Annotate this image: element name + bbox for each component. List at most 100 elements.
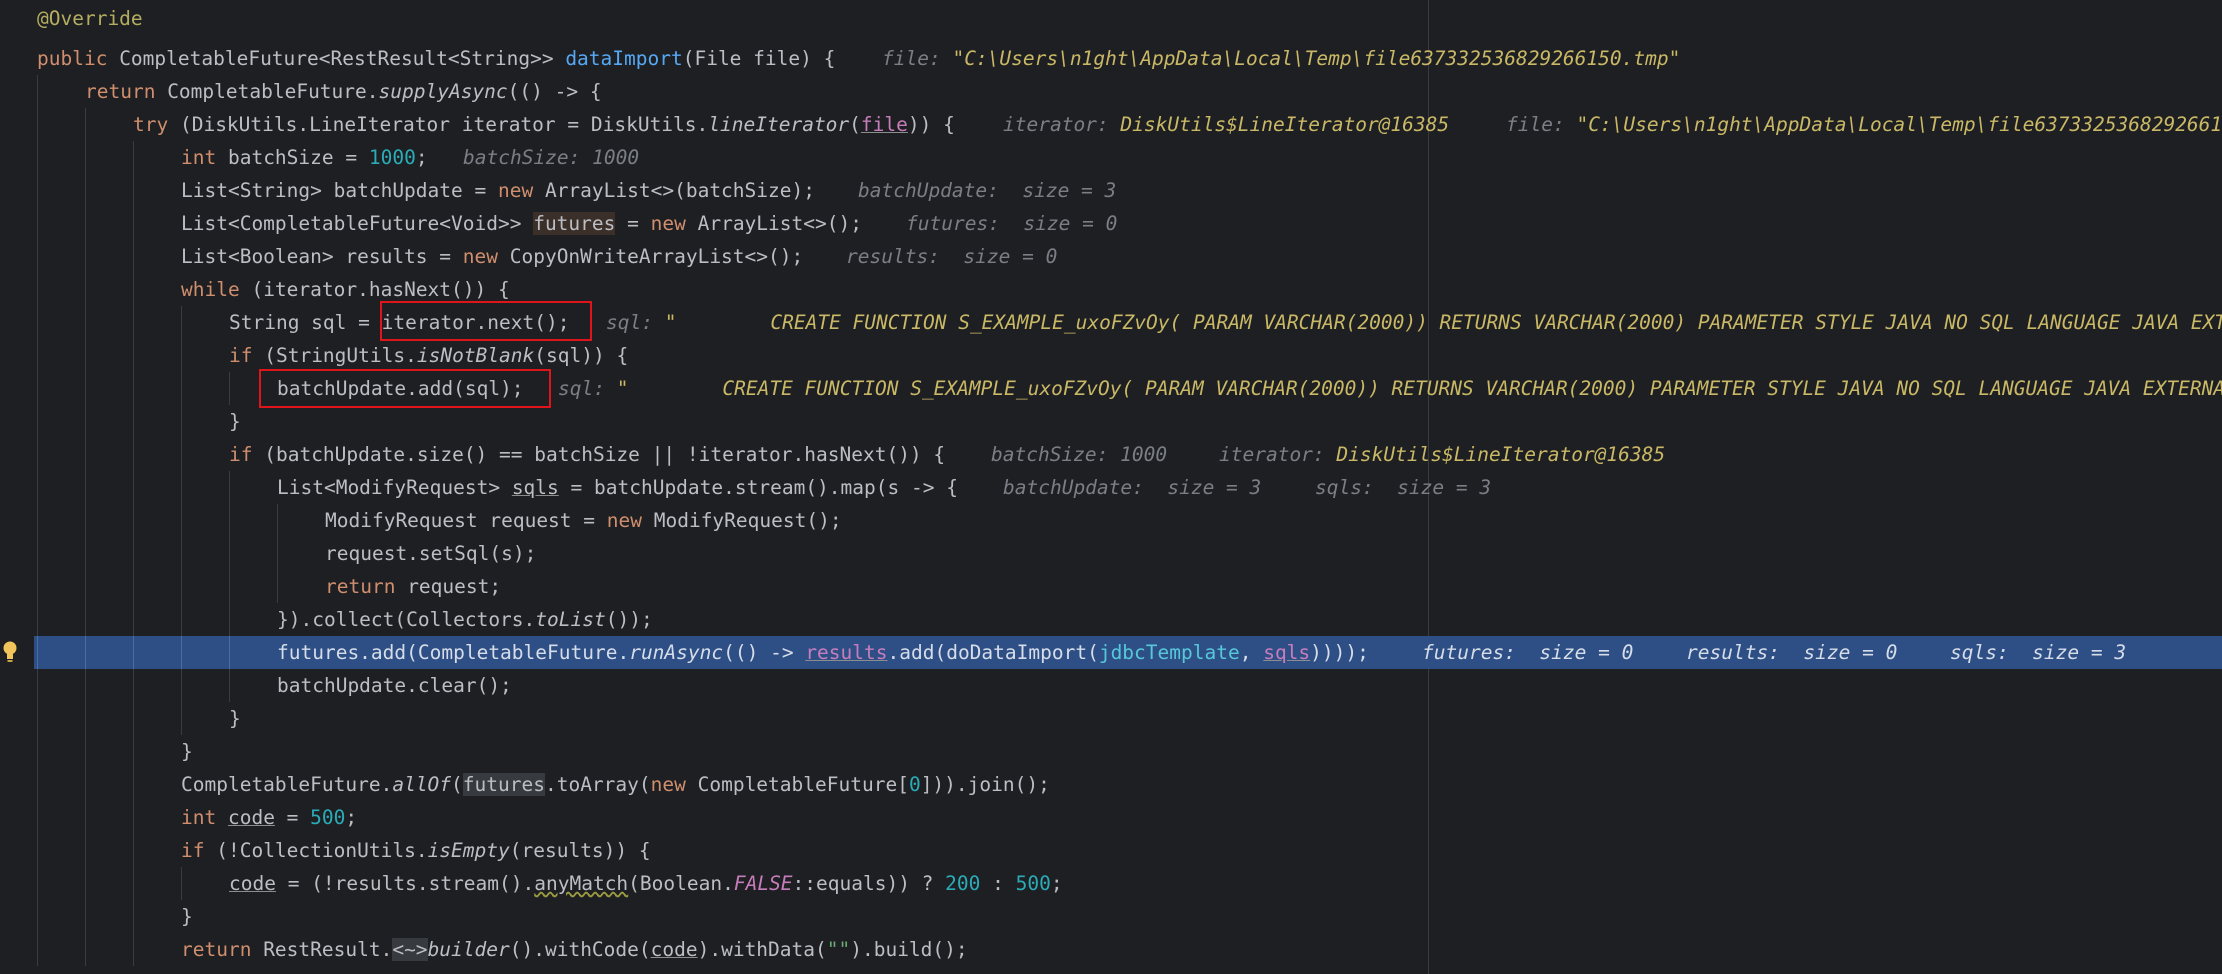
keyword: new (650, 212, 698, 235)
code-line: if (batchUpdate.size() == batchSize || !… (0, 438, 2222, 471)
code-line: int code = 500; (0, 801, 2222, 834)
reassigned-variable: code (229, 872, 276, 895)
code-editor[interactable]: @Override public CompletableFuture<RestR… (0, 0, 2222, 974)
code-text: ; (415, 146, 428, 169)
code-line: String sql = iterator.next(); sql: " CRE… (0, 306, 2222, 339)
keyword: if (181, 839, 217, 862)
code-text: String sql = (229, 311, 382, 334)
reassigned-variable: code (227, 806, 275, 829)
code-text: ).build(); (850, 938, 968, 961)
keyword: public (37, 47, 120, 70)
code-line: if (!CollectionUtils.isEmpty(results)) { (0, 834, 2222, 867)
number-literal: 0 (908, 773, 921, 796)
code-text: ModifyRequest(); (653, 509, 842, 532)
annotation: @Override (37, 7, 143, 30)
code-text: )))); (1310, 641, 1369, 664)
static-field: FALSE (733, 872, 793, 895)
lightbulb-icon[interactable] (2, 640, 18, 670)
method-name: dataImport (565, 47, 683, 70)
highlighted-usage: futures (533, 212, 616, 235)
code-line: batchUpdate.clear(); (0, 669, 2222, 702)
code-text: List<String> batchUpdate = (181, 179, 498, 202)
code-text: futures.add(CompletableFuture. (277, 641, 630, 664)
code-text: (!CollectionUtils. (216, 839, 428, 862)
code-text: = (274, 806, 311, 829)
code-text: ().withCode( (509, 938, 651, 961)
code-text: : (980, 872, 1016, 895)
code-text: = (!results.stream(). (275, 872, 535, 895)
keyword: new (650, 773, 698, 796)
code-text: (batchUpdate.size() == batchSize || !ite… (264, 443, 946, 466)
field-reference: jdbcTemplate (1098, 641, 1240, 664)
code-text: CopyOnWriteArrayList<>(); (509, 245, 804, 268)
keyword: new (462, 245, 510, 268)
keyword: return (181, 938, 264, 961)
keyword: return (325, 575, 408, 598)
highlight-box-iterator-next (380, 301, 592, 341)
code-line: request.setSql(s); (0, 537, 2222, 570)
code-text: ; (1050, 872, 1063, 895)
code-text: ArrayList<>(); (697, 212, 862, 235)
string-literal: "" (826, 938, 851, 961)
code-line: int batchSize = 1000; batchSize: 1000 (0, 141, 2222, 174)
code-line: } (0, 702, 2222, 735)
inline-hint: sqls: size = 3 (1315, 476, 1492, 499)
code-text: (() -> { (507, 80, 602, 103)
static-call: isNotBlank (416, 344, 535, 367)
static-call: lineIterator (708, 113, 850, 136)
highlighted-usage: futures (462, 773, 545, 796)
reassigned-variable: sqls (511, 476, 559, 499)
code-text: (File file) { (682, 47, 836, 70)
highlight-box-batch-add (259, 369, 551, 408)
code-text: } (181, 740, 193, 763)
code-text: (Boolean. (628, 872, 734, 895)
code-text: } (229, 707, 241, 730)
code-line: List<ModifyRequest> sqls = batchUpdate.s… (0, 471, 2222, 504)
keyword: return (85, 80, 168, 103)
code-text: CompletableFuture[ (697, 773, 909, 796)
code-text: ArrayList<>(batchSize); (544, 179, 815, 202)
keyword: int (181, 146, 228, 169)
diamond-fold[interactable]: <~> (392, 938, 428, 961)
code-line: @Override (0, 2, 2222, 35)
code-line: code = (!results.stream().anyMatch(Boole… (0, 867, 2222, 900)
number-literal: 200 (945, 872, 981, 895)
inline-hint: file: "C:\Users\n1ght\AppData\Local\Temp… (1506, 113, 2222, 136)
inline-hint: sql: " CREATE FUNCTION S_EXAMPLE_uxoFZvO… (606, 311, 2222, 334)
number-literal: 500 (310, 806, 346, 829)
static-call: builder (427, 938, 510, 961)
code-line: } (0, 405, 2222, 438)
code-text: } (181, 905, 193, 928)
code-text: CompletableFuture. (181, 773, 393, 796)
code-text: = (615, 212, 651, 235)
code-line: } (0, 900, 2222, 933)
keyword: new (497, 179, 545, 202)
code-line: try (DiskUtils.LineIterator iterator = D… (0, 108, 2222, 141)
code-line: CompletableFuture.allOf(futures.toArray(… (0, 768, 2222, 801)
code-text: ( (849, 113, 861, 136)
inline-hint: results: size = 0 (1686, 641, 1898, 664)
keyword: if (229, 443, 265, 466)
code-text: (StringUtils. (264, 344, 417, 367)
code-text: )) { (907, 113, 955, 136)
inline-hint: iterator: DiskUtils$LineIterator@16385 (1003, 113, 1450, 136)
code-text: ()); (605, 608, 653, 631)
code-text: batchUpdate.clear(); (277, 674, 512, 697)
inline-hint: file: "C:\Users\n1ght\AppData\Local\Temp… (882, 47, 1681, 70)
inline-hint: iterator: DiskUtils$LineIterator@16385 (1219, 443, 1666, 466)
keyword: int (181, 806, 228, 829)
code-text: batchSize = (227, 146, 369, 169)
code-text: }).collect(Collectors. (277, 608, 536, 631)
code-text: .add(doDataImport( (887, 641, 1099, 664)
code-text: (iterator.hasNext()) { (251, 278, 510, 301)
code-text: ( (451, 773, 463, 796)
code-text: , (1239, 641, 1264, 664)
code-text: ModifyRequest request = (325, 509, 607, 532)
captured-variable: sqls (1263, 641, 1311, 664)
keyword: try (133, 113, 180, 136)
static-call: runAsync (629, 641, 724, 664)
code-text: (DiskUtils.LineIterator iterator = DiskU… (179, 113, 709, 136)
static-call: supplyAsync (378, 80, 508, 103)
code-text: = batchUpdate.stream().map(s -> { (558, 476, 958, 499)
execution-line: futures.add(CompletableFuture.runAsync((… (0, 636, 2222, 669)
